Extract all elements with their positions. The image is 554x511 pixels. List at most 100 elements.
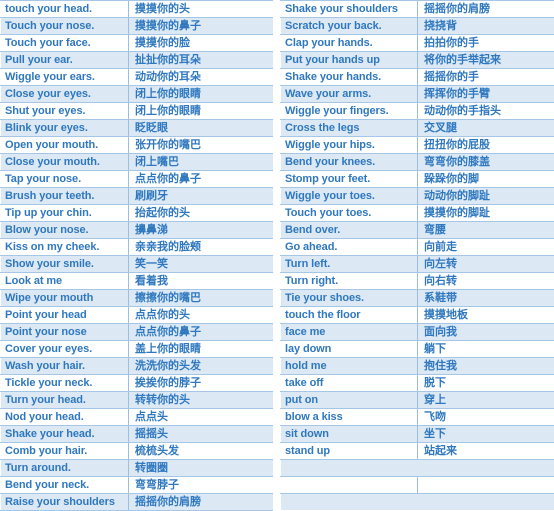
table-row[interactable]: Scratch your back.挠挠背 (281, 18, 554, 35)
command-zh-cell[interactable]: 跺跺你的脚 (418, 171, 554, 188)
command-en-cell[interactable]: Wipe your mouth (1, 290, 129, 307)
command-zh-cell[interactable]: 站起来 (418, 443, 554, 460)
table-row[interactable]: take off脱下 (281, 375, 554, 392)
table-row[interactable]: Tie your shoes.系鞋带 (281, 290, 554, 307)
command-zh-cell[interactable]: 点点你的头 (129, 307, 273, 324)
table-row[interactable]: Cross the legs交叉腿 (281, 120, 554, 137)
table-row[interactable]: Close your eyes.闭上你的眼睛 (1, 86, 273, 103)
table-row[interactable]: lay down躺下 (281, 341, 554, 358)
table-row[interactable]: Point your nose点点你的鼻子 (1, 324, 273, 341)
table-row[interactable]: Kiss on my cheek.亲亲我的脸颊 (1, 239, 273, 256)
command-zh-cell[interactable]: 摸摸你的脸 (129, 35, 273, 52)
table-row[interactable] (281, 460, 554, 477)
table-row[interactable]: Pull your ear.扯扯你的耳朵 (1, 52, 273, 69)
command-en-cell[interactable]: Touch your nose. (1, 18, 129, 35)
table-row[interactable]: Close your mouth.闭上嘴巴 (1, 154, 273, 171)
command-en-cell[interactable]: Wiggle your toes. (281, 188, 418, 205)
table-row[interactable]: Touch your toes.摸摸你的脚趾 (281, 205, 554, 222)
command-en-cell[interactable]: take off (281, 375, 418, 392)
table-row[interactable]: hold me抱住我 (281, 358, 554, 375)
command-zh-cell[interactable]: 盖上你的眼睛 (129, 341, 273, 358)
table-row[interactable]: face me面向我 (281, 324, 554, 341)
command-zh-cell[interactable]: 向右转 (418, 273, 554, 290)
table-row[interactable]: Touch your nose.摸摸你的鼻子 (1, 18, 273, 35)
command-zh-cell[interactable]: 脱下 (418, 375, 554, 392)
command-zh-cell[interactable]: 摸摸你的头 (129, 1, 273, 18)
table-row[interactable]: put on穿上 (281, 392, 554, 409)
command-zh-cell[interactable]: 扯扯你的耳朵 (129, 52, 273, 69)
command-en-cell[interactable]: touch your head. (1, 1, 129, 18)
table-row[interactable] (281, 477, 554, 494)
table-row[interactable]: Tip up your chin.抬起你的头 (1, 205, 273, 222)
command-en-cell[interactable]: Bend your knees. (281, 154, 418, 171)
command-zh-cell[interactable]: 躺下 (418, 341, 554, 358)
table-row[interactable]: Look at me看着我 (1, 273, 273, 290)
table-row[interactable]: Clap your hands.拍拍你的手 (281, 35, 554, 52)
command-en-cell[interactable]: Pull your ear. (1, 52, 129, 69)
command-zh-cell[interactable]: 擦擦你的嘴巴 (129, 290, 273, 307)
command-en-cell[interactable]: blow a kiss (281, 409, 418, 426)
command-en-cell[interactable]: Scratch your back. (281, 18, 418, 35)
command-en-cell[interactable]: Raise your shoulders (1, 494, 129, 511)
command-en-cell[interactable] (281, 460, 418, 477)
command-zh-cell[interactable]: 拍拍你的手 (418, 35, 554, 52)
table-row[interactable]: Open your mouth.张开你的嘴巴 (1, 137, 273, 154)
command-zh-cell[interactable]: 挨挨你的脖子 (129, 375, 273, 392)
command-zh-cell[interactable]: 摇摇头 (129, 426, 273, 443)
command-en-cell[interactable]: Shake your shoulders (281, 1, 418, 18)
command-zh-cell[interactable]: 挠挠背 (418, 18, 554, 35)
command-zh-cell[interactable]: 点点头 (129, 409, 273, 426)
command-zh-cell[interactable]: 抱住我 (418, 358, 554, 375)
command-en-cell[interactable]: lay down (281, 341, 418, 358)
command-en-cell[interactable]: Close your mouth. (1, 154, 129, 171)
command-en-cell[interactable]: Blink your eyes. (1, 120, 129, 137)
table-row[interactable]: Stomp your feet.跺跺你的脚 (281, 171, 554, 188)
command-zh-cell[interactable]: 动动你的脚趾 (418, 188, 554, 205)
command-zh-cell[interactable]: 摸摸地板 (418, 307, 554, 324)
table-row[interactable]: Wiggle your hips.扭扭你的屁股 (281, 137, 554, 154)
command-en-cell[interactable]: Bend your neck. (1, 477, 129, 494)
command-en-cell[interactable]: Tap your nose. (1, 171, 129, 188)
command-en-cell[interactable]: Turn left. (281, 256, 418, 273)
table-row[interactable]: Turn around.转圈圈 (1, 460, 273, 477)
command-en-cell[interactable]: Wiggle your hips. (281, 137, 418, 154)
command-en-cell[interactable]: Kiss on my cheek. (1, 239, 129, 256)
command-en-cell[interactable]: Shake your hands. (281, 69, 418, 86)
table-row[interactable]: Shake your shoulders摇摇你的肩膀 (281, 1, 554, 18)
command-zh-cell[interactable]: 转转你的头 (129, 392, 273, 409)
table-row[interactable]: Turn left.向左转 (281, 256, 554, 273)
command-zh-cell[interactable]: 弯弯你的膝盖 (418, 154, 554, 171)
command-zh-cell[interactable]: 点点你的鼻子 (129, 324, 273, 341)
command-zh-cell[interactable]: 擤鼻涕 (129, 222, 273, 239)
command-en-cell[interactable]: Clap your hands. (281, 35, 418, 52)
command-en-cell[interactable]: Wave your arms. (281, 86, 418, 103)
command-en-cell[interactable]: Brush your teeth. (1, 188, 129, 205)
command-zh-cell[interactable]: 系鞋带 (418, 290, 554, 307)
command-en-cell[interactable]: Comb your hair. (1, 443, 129, 460)
command-en-cell[interactable]: Point your nose (1, 324, 129, 341)
command-zh-cell[interactable]: 向前走 (418, 239, 554, 256)
right-command-table[interactable]: Shake your shoulders摇摇你的肩膀Scratch your b… (280, 0, 554, 510)
command-en-cell[interactable]: Turn right. (281, 273, 418, 290)
command-zh-cell[interactable]: 摸摸你的鼻子 (129, 18, 273, 35)
command-zh-cell[interactable] (418, 477, 554, 494)
table-row[interactable]: Cover your eyes.盖上你的眼睛 (1, 341, 273, 358)
table-row[interactable]: Raise your shoulders摇摇你的肩膀 (1, 494, 273, 511)
table-row[interactable]: Brush your teeth.刷刷牙 (1, 188, 273, 205)
table-row[interactable]: Tickle your neck.挨挨你的脖子 (1, 375, 273, 392)
command-zh-cell[interactable]: 闭上你的眼睛 (129, 103, 273, 120)
table-row[interactable]: touch the floor摸摸地板 (281, 307, 554, 324)
command-zh-cell[interactable]: 抬起你的头 (129, 205, 273, 222)
command-zh-cell[interactable]: 转圈圈 (129, 460, 273, 477)
command-zh-cell[interactable]: 洗洗你的头发 (129, 358, 273, 375)
command-en-cell[interactable]: Bend over. (281, 222, 418, 239)
command-zh-cell[interactable]: 弯腰 (418, 222, 554, 239)
table-row[interactable]: Turn your head.转转你的头 (1, 392, 273, 409)
table-row[interactable]: Tap your nose.点点你的鼻子 (1, 171, 273, 188)
command-en-cell[interactable]: Blow your nose. (1, 222, 129, 239)
command-en-cell[interactable]: touch the floor (281, 307, 418, 324)
command-zh-cell[interactable] (418, 494, 554, 511)
table-row[interactable]: Bend your neck.弯弯脖子 (1, 477, 273, 494)
command-zh-cell[interactable]: 动动你的耳朵 (129, 69, 273, 86)
command-en-cell[interactable]: Shake your head. (1, 426, 129, 443)
